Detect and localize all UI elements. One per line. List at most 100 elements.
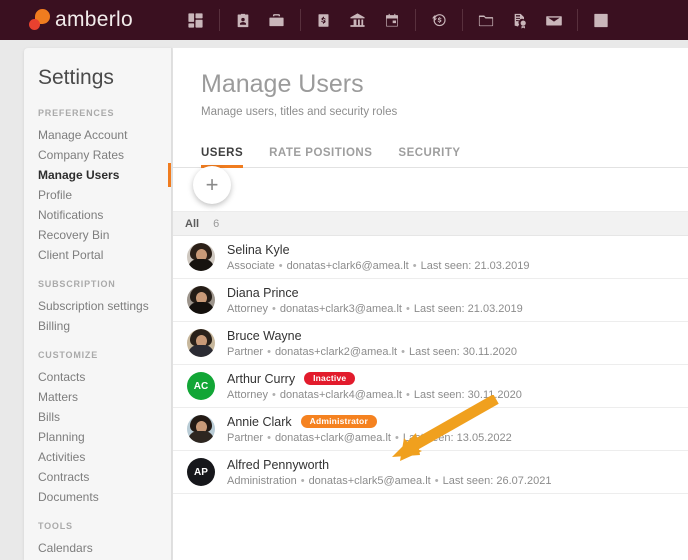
toolbar-band [173,168,688,212]
sidebar-item-label: Manage Users [38,168,119,182]
user-name: Alfred Pennyworth [227,458,329,472]
user-row[interactable]: AP Alfred Pennyworth Administration•donata… [173,451,688,494]
user-name-line: Annie Clark Administrator [227,415,512,429]
sidebar-item-contracts[interactable]: Contracts [24,467,171,487]
sidebar-item-calendars[interactable]: Calendars [24,538,171,558]
contacts-card-icon[interactable] [226,0,260,40]
nav-divider [300,9,301,31]
user-details: Partner•donatas+clark@amea.lt•Last seen:… [227,432,512,444]
user-details: Attorney•donatas+clark3@amea.lt•Last see… [227,303,523,315]
sidebar-group-customize: CUSTOMIZE Contacts Matters Bills Plannin… [24,350,171,507]
avatar [187,243,215,271]
avatar-photo-body [188,259,214,271]
sidebar-item-contacts[interactable]: Contacts [24,367,171,387]
nav-divider [462,9,463,31]
avatar [187,329,215,357]
amberlo-logo[interactable]: amberlo [28,8,133,32]
user-details: Associate•donatas+clark6@amea.lt•Last se… [227,260,529,272]
sidebar-item-notifications[interactable]: Notifications [24,205,171,225]
brand-name: amberlo [55,8,133,32]
user-name-line: Alfred Pennyworth [227,458,551,472]
avatar [187,286,215,314]
user-name: Selina Kyle [227,243,290,257]
avatar-photo-body [188,345,214,357]
sidebar-item-manage-users[interactable]: Manage Users [24,165,171,185]
sidebar-item-profile[interactable]: Profile [24,185,171,205]
page-subtitle: Manage users, titles and security roles [201,106,688,118]
user-details: Administration•donatas+clark5@amea.lt•La… [227,475,551,487]
page-body: Settings PREFERENCES Manage Account Comp… [0,40,688,560]
detail-separator: • [263,346,275,358]
user-row[interactable]: AC Arthur CurryInactive Attorney•donatas+c… [173,365,688,408]
tab-security[interactable]: SECURITY [398,147,460,167]
avatar: AP [187,458,215,486]
user-name-line: Arthur CurryInactive [227,372,522,386]
user-meta: Diana PrinceAttorney•donatas+clark3@amea… [227,286,523,315]
top-nav-icons [179,0,618,40]
plus-icon: + [206,174,219,196]
briefcase-icon[interactable] [260,0,294,40]
user-email: donatas+clark2@amea.lt [275,346,397,358]
amberlo-droplet-icon [28,9,52,31]
user-meta: Arthur CurryInactive Attorney•donatas+cla… [227,372,522,401]
user-last-seen: Last seen: 30.11.2020 [409,346,517,358]
sidebar-item-matters[interactable]: Matters [24,387,171,407]
user-role: Partner [227,432,263,444]
user-details: Attorney•donatas+clark4@amea.lt•Last see… [227,389,522,401]
certificate-icon[interactable] [503,0,537,40]
detail-separator: • [275,260,287,272]
sidebar-item-documents[interactable]: Documents [24,487,171,507]
filter-row: All 6 [173,212,688,236]
user-details: Partner•donatas+clark2@amea.lt•Last seen… [227,346,517,358]
invoice-dollar-icon[interactable] [307,0,341,40]
main-content: Manage Users Manage users, titles and se… [173,48,688,560]
sidebar-item-client-portal[interactable]: Client Portal [24,245,171,265]
sidebar-item-company-rates[interactable]: Company Rates [24,145,171,165]
folder-icon[interactable] [469,0,503,40]
dashboard-icon[interactable] [179,0,213,40]
tab-rate-positions[interactable]: RATE POSITIONS [269,147,372,167]
sidebar-group-label: PREFERENCES [24,108,171,118]
add-user-button[interactable]: + [193,166,231,204]
sidebar-group-tools: TOOLS Calendars E-mail [24,521,171,560]
filter-count: 6 [213,218,219,230]
sidebar-group-label: TOOLS [24,521,171,531]
user-row[interactable]: Annie Clark Administrator Partner•donatas+… [173,408,688,451]
sidebar-group-label: SUBSCRIPTION [24,279,171,289]
user-role: Attorney [227,389,268,401]
sidebar-item-manage-account[interactable]: Manage Account [24,125,171,145]
filter-all-label[interactable]: All [185,218,199,230]
sidebar-item-subscription-settings[interactable]: Subscription settings [24,296,171,316]
calendar-icon[interactable] [375,0,409,40]
status-badge: Administrator [301,415,377,429]
user-name: Annie Clark [227,415,292,429]
user-last-seen: Last seen: 26.07.2021 [443,475,552,487]
avatar [187,415,215,443]
sidebar-item-bills[interactable]: Bills [24,407,171,427]
user-row[interactable]: Bruce Wayne Partner•donatas+clark2@amea.l… [173,322,688,365]
user-name-line: Bruce Wayne [227,329,517,343]
user-meta: Bruce Wayne Partner•donatas+clark2@amea.l… [227,329,517,358]
user-meta: Alfred Pennyworth Administration•donatas+… [227,458,551,487]
time-money-icon[interactable] [422,0,456,40]
sidebar-group-preferences: PREFERENCES Manage Account Company Rates… [24,108,171,265]
tab-bar: USERS RATE POSITIONS SECURITY [173,132,688,168]
user-row[interactable]: Diana PrinceAttorney•donatas+clark3@amea… [173,279,688,322]
reports-bar-chart-icon[interactable] [584,0,618,40]
user-email: donatas+clark@amea.lt [275,432,391,444]
mail-icon[interactable] [537,0,571,40]
detail-separator: • [409,260,421,272]
user-last-seen: Last seen: 30.11.2020 [414,389,522,401]
sidebar-item-recovery-bin[interactable]: Recovery Bin [24,225,171,245]
sidebar-item-billing[interactable]: Billing [24,316,171,336]
sidebar-item-activities[interactable]: Activities [24,447,171,467]
active-indicator [168,163,172,187]
detail-separator: • [297,475,309,487]
sidebar-item-planning[interactable]: Planning [24,427,171,447]
detail-separator: • [268,303,280,315]
user-row[interactable]: Selina Kyle Associate•donatas+clark6@amea… [173,236,688,279]
bank-icon[interactable] [341,0,375,40]
user-meta: Selina Kyle Associate•donatas+clark6@amea… [227,243,529,272]
avatar-initials: AC [194,381,208,392]
tab-users[interactable]: USERS [201,147,243,167]
